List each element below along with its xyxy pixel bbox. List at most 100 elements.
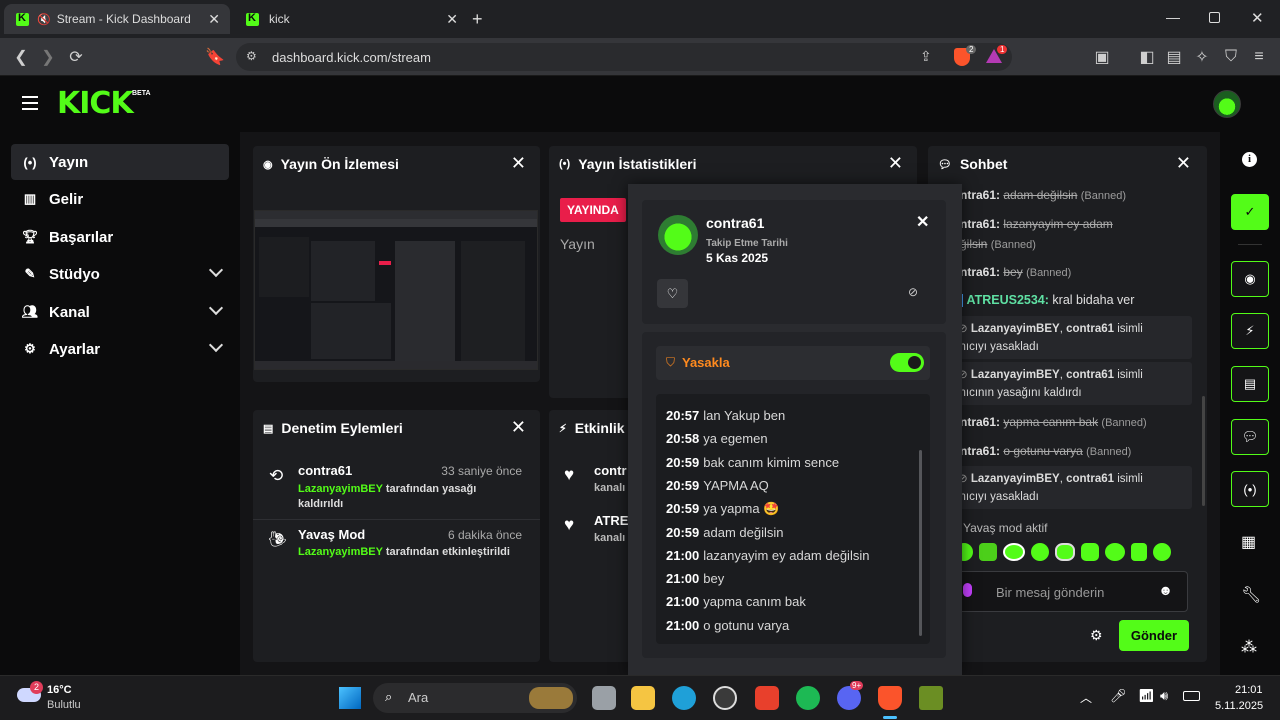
system-actor[interactable]: LazanyayimBEY	[971, 473, 1060, 485]
battery-icon[interactable]	[1183, 691, 1200, 701]
chat-message[interactable]: ğilsin (Banned)	[960, 237, 1036, 251]
sidebar-item-studyo[interactable]: ✎ Stüdyo	[11, 256, 229, 292]
volume-icon[interactable]: 🔊︎	[1160, 688, 1168, 704]
chevron-up-icon[interactable]: ︿	[1080, 689, 1092, 706]
share-nodes-icon[interactable]: ⁂	[1241, 637, 1257, 657]
clock-time[interactable]: 21:01	[1235, 684, 1263, 696]
follow-button[interactable]: ♡	[657, 279, 688, 308]
emote-icon[interactable]	[1131, 543, 1147, 561]
chat-message[interactable]: ATREUS2534: kral bidaha ver	[960, 293, 1134, 308]
ban-toggle[interactable]	[890, 353, 924, 372]
system-target[interactable]: contra61	[1066, 473, 1114, 485]
kick-logo[interactable]: KICK	[57, 86, 134, 121]
tab-kick[interactable]: kick ✕	[238, 4, 464, 34]
chat-message[interactable]: ntra61: yapma canım bak (Banned)	[960, 415, 1147, 429]
layout-icon[interactable]: ▦	[1241, 532, 1256, 552]
tab-kick-dashboard[interactable]: 🔇 Stream - Kick Dashboard ✕	[4, 4, 230, 34]
wifi-icon[interactable]: 📶︎	[1138, 688, 1155, 704]
site-info-icon[interactable]: ⚙	[246, 49, 257, 63]
share-icon[interactable]: ⇪	[920, 48, 932, 65]
chat-username[interactable]: ntra61:	[960, 265, 1000, 279]
bookmark-icon[interactable]: 🔖	[204, 46, 226, 68]
chat-username[interactable]: ntra61:	[960, 217, 1000, 231]
system-actor[interactable]: LazanyayimBEY	[971, 369, 1060, 381]
emote-icon[interactable]	[1055, 543, 1075, 561]
close-icon[interactable]: ✕	[888, 153, 903, 174]
address-bar[interactable]: ⚙ dashboard.kick.com/stream ⇪ 2 1	[236, 43, 1012, 71]
reload-icon[interactable]: ⟳	[65, 46, 87, 68]
chat-panel-button[interactable]: 💬︎	[1231, 419, 1269, 455]
chat-scrollbar[interactable]	[1202, 396, 1205, 506]
emote-icon[interactable]	[1031, 543, 1049, 561]
send-button[interactable]: Gönder	[1119, 620, 1189, 651]
mod-actor[interactable]: LazanyayimBEY	[298, 483, 383, 495]
close-window-button[interactable]: ✕	[1251, 9, 1264, 27]
chat-message[interactable]: ntra61: adam değilsin (Banned)	[960, 188, 1126, 202]
emoji-icon[interactable]: ☻	[1158, 582, 1173, 598]
chat-username[interactable]: ntra61:	[960, 415, 1000, 429]
close-icon[interactable]: ✕	[916, 212, 929, 232]
spotify-icon[interactable]	[796, 686, 820, 710]
chat-message[interactable]: ntra61: lazanyayim ey adam	[960, 217, 1113, 231]
chat-message[interactable]: ntra61: o gotunu varya (Banned)	[960, 444, 1131, 458]
emote-icon[interactable]	[1105, 543, 1125, 561]
back-icon[interactable]: ❮	[10, 46, 32, 68]
mod-actor[interactable]: LazanyayimBEY	[298, 546, 383, 558]
user-avatar[interactable]	[658, 215, 698, 255]
brave-icon[interactable]	[878, 686, 902, 710]
vpn-icon[interactable]: ⛉	[1220, 46, 1242, 68]
extensions-icon[interactable]: ▣	[1091, 46, 1113, 68]
chat-username[interactable]: ntra61:	[960, 444, 1000, 458]
chevron-down-icon[interactable]	[208, 337, 224, 353]
chat-message[interactable]: ntra61: bey (Banned)	[960, 265, 1071, 279]
muted-icon[interactable]: 🔇	[37, 13, 51, 26]
system-target[interactable]: contra61	[1066, 323, 1114, 335]
chevron-down-icon[interactable]	[208, 300, 224, 316]
emote-icon[interactable]	[1003, 543, 1025, 561]
sidebar-item-ayarlar[interactable]: ⚙ Ayarlar	[11, 331, 229, 367]
maximize-button[interactable]	[1209, 12, 1220, 23]
emote-icon[interactable]	[979, 543, 997, 561]
windows-start-icon[interactable]	[339, 687, 361, 709]
chat-username[interactable]: ATREUS2534:	[966, 293, 1048, 307]
taskbar-search[interactable]: ⌕ Ara	[373, 683, 577, 713]
info-icon[interactable]: i	[1242, 152, 1257, 167]
leo-ai-icon[interactable]: ✧	[1191, 46, 1213, 68]
chat-settings-icon[interactable]: ⚙	[1090, 627, 1103, 644]
close-tab-icon[interactable]: ✕	[446, 11, 458, 28]
wrench-icon[interactable]: 🔧︎	[1241, 585, 1261, 605]
sidebar-item-gelir[interactable]: ▥ Gelir	[11, 181, 229, 217]
broadcast-panel-button[interactable]: (•)	[1231, 471, 1269, 507]
close-tab-icon[interactable]: ✕	[208, 11, 220, 28]
lightning-panel-button[interactable]: ⚡︎	[1231, 313, 1269, 349]
edge-icon[interactable]	[672, 686, 696, 710]
user-avatar[interactable]	[1213, 90, 1241, 118]
menu-icon[interactable]: ≡	[1248, 46, 1270, 68]
system-target[interactable]: contra61	[1066, 369, 1114, 381]
new-tab-button[interactable]: +	[472, 9, 483, 30]
sidebar-icon[interactable]: ◧	[1136, 46, 1158, 68]
close-icon[interactable]: ✕	[511, 153, 526, 174]
chat-username[interactable]: ntra61:	[960, 188, 1000, 202]
task-view-icon[interactable]	[592, 686, 616, 710]
vivaldi-icon[interactable]	[755, 686, 779, 710]
sidebar-item-kanal[interactable]: 👥︎ Kanal	[11, 294, 229, 330]
wallet-icon[interactable]: ▤	[1163, 46, 1185, 68]
stream-preview-video[interactable]	[254, 210, 538, 370]
minimize-button[interactable]: —	[1166, 9, 1180, 25]
clock-date[interactable]: 5.11.2025	[1215, 700, 1263, 712]
close-icon[interactable]: ✕	[1176, 153, 1191, 174]
popup-username[interactable]: contra61	[706, 215, 764, 231]
system-actor[interactable]: LazanyayimBEY	[971, 323, 1060, 335]
emote-icon[interactable]	[1081, 543, 1099, 561]
sidebar-item-basarilar[interactable]: 🏆︎ Başarılar	[11, 219, 229, 255]
microphone-icon[interactable]: 🎤︎	[1110, 688, 1127, 704]
close-icon[interactable]: ✕	[511, 417, 526, 438]
chevron-down-icon[interactable]	[208, 262, 224, 278]
document-panel-button[interactable]: ▤	[1231, 366, 1269, 402]
hamburger-icon[interactable]	[22, 96, 38, 110]
obs-icon[interactable]	[713, 686, 737, 710]
camera-panel-button[interactable]: ◉	[1231, 261, 1269, 297]
checkmark-button[interactable]: ✓	[1231, 194, 1269, 230]
sidebar-item-yayin[interactable]: (•) Yayın	[11, 144, 229, 180]
